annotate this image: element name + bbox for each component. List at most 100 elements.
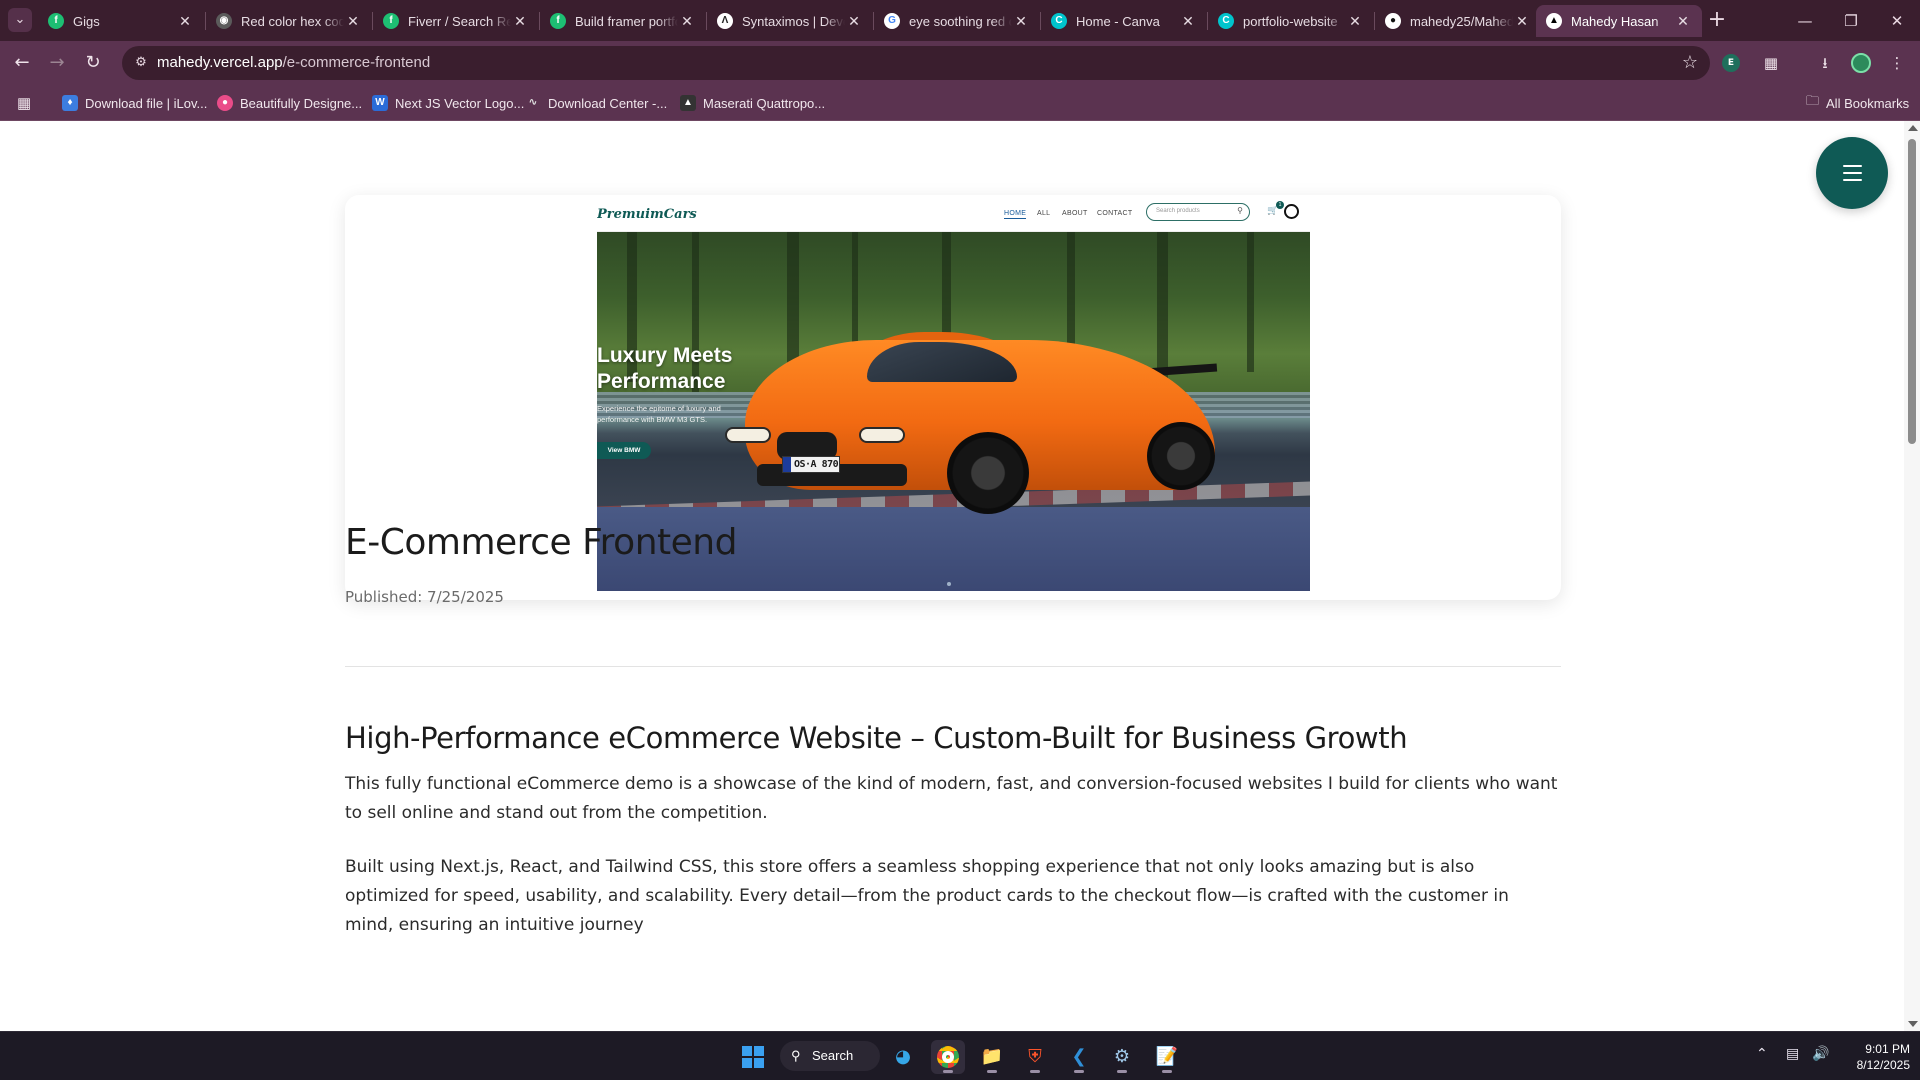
- ilovepdf-icon: ♦: [62, 95, 78, 111]
- running-indicator: [943, 1070, 953, 1073]
- close-icon[interactable]: ✕: [1179, 13, 1197, 30]
- all-bookmarks-label: All Bookmarks: [1826, 95, 1910, 111]
- bookmark-star-icon[interactable]: ☆: [1682, 52, 1698, 73]
- network-icon[interactable]: ▤: [1786, 1046, 1799, 1062]
- all-bookmarks[interactable]: 🗀 All Bookmarks: [1806, 93, 1909, 113]
- tab-syntaximos[interactable]: Λ Syntaximos | Developer ✕: [707, 5, 873, 37]
- tab-title: Red color hex code: [241, 13, 344, 29]
- tab-portfolio-website[interactable]: C portfolio-website ✕: [1208, 5, 1374, 37]
- back-button[interactable]: ←: [9, 50, 35, 76]
- tree-trunk: [1247, 232, 1254, 372]
- url-text[interactable]: mahedy.vercel.app/e-commerce-frontend: [157, 54, 430, 71]
- tech-paragraph: Built using Next.js, React, and Tailwind…: [345, 857, 1509, 935]
- volume-icon[interactable]: 🔊: [1812, 1046, 1829, 1062]
- user-icon: [1284, 204, 1299, 219]
- tab-build-framer[interactable]: f Build framer portfolio ✕: [540, 5, 706, 37]
- address-bar[interactable]: ⚙ mahedy.vercel.app/e-commerce-frontend …: [122, 46, 1710, 80]
- intro-paragraph: This fully functional eCommerce demo is …: [345, 774, 1558, 823]
- bookmarks-bar: ▦ ♦ Download file | iLov... ● Beautifull…: [0, 85, 1920, 121]
- hero-subtitle: Experience the epitome of luxury and per…: [597, 404, 721, 424]
- close-icon[interactable]: ✕: [176, 13, 194, 30]
- tab-title: mahedy25/Mahedy: [1410, 13, 1513, 29]
- tab-search-button[interactable]: ⌄: [8, 8, 32, 32]
- tab-github-mahedy[interactable]: ● mahedy25/Mahedy ✕: [1375, 5, 1541, 37]
- bookmark-nextjs-logo[interactable]: W Next JS Vector Logo...: [372, 93, 524, 113]
- site-info-icon[interactable]: ⚙: [132, 54, 150, 72]
- hamburger-line: [1843, 179, 1862, 181]
- search-icon: ⚲: [1237, 206, 1243, 215]
- extensions-puzzle-icon[interactable]: ▦: [1758, 50, 1784, 76]
- preview-nav-home: HOME: [1004, 210, 1027, 219]
- w-logo-icon: W: [372, 95, 388, 111]
- reload-button[interactable]: ↻: [80, 50, 106, 76]
- bookmark-maserati[interactable]: ▲ Maserati Quattropo...: [680, 93, 825, 113]
- tab-mahedy-hasan[interactable]: ▲ Mahedy Hasan ✕: [1536, 5, 1702, 37]
- tab-fiverr-search[interactable]: f Fiverr / Search Results ✕: [373, 5, 539, 37]
- fiverr-icon: f: [383, 13, 399, 29]
- preview-search-placeholder: Search products: [1156, 208, 1200, 214]
- close-icon[interactable]: ✕: [1346, 13, 1364, 30]
- tab-home-canva[interactable]: C Home - Canva ✕: [1041, 5, 1207, 37]
- extension-badge: E: [1722, 54, 1740, 72]
- scroll-down-arrow[interactable]: [1908, 1021, 1918, 1027]
- notepad-icon[interactable]: 📝: [1150, 1040, 1184, 1074]
- download-icon[interactable]: ⭳: [1812, 50, 1838, 76]
- edge-icon[interactable]: ◕: [886, 1040, 920, 1074]
- forward-button[interactable]: →: [44, 50, 70, 76]
- vscode-icon[interactable]: ❮: [1062, 1040, 1096, 1074]
- system-clock[interactable]: 9:01 PM 8/12/2025: [1840, 1041, 1910, 1073]
- close-icon[interactable]: ✕: [511, 13, 529, 30]
- extension-e-icon[interactable]: E: [1722, 54, 1740, 72]
- bookmark-label: Download file | iLov...: [85, 95, 208, 111]
- car-headlight: [725, 427, 771, 443]
- new-tab-button[interactable]: +: [1704, 8, 1730, 34]
- tray-overflow-icon[interactable]: ⌃: [1756, 1046, 1768, 1062]
- chrome-logo: [937, 1046, 959, 1068]
- bookmark-label: Next JS Vector Logo...: [395, 95, 525, 111]
- preview-logo: PremuimCars: [597, 207, 697, 222]
- profile-avatar[interactable]: [1848, 50, 1874, 76]
- fiverr-icon: f: [48, 13, 64, 29]
- vercel-icon: ▲: [1546, 13, 1562, 29]
- tab-red-color-hex[interactable]: ◉ Red color hex code ✕: [206, 5, 372, 37]
- running-indicator: [1074, 1070, 1084, 1073]
- tab-gigs[interactable]: f Gigs ✕: [38, 5, 204, 37]
- scroll-thumb[interactable]: [1908, 139, 1916, 444]
- close-icon[interactable]: ✕: [1674, 13, 1692, 30]
- start-button[interactable]: [742, 1046, 764, 1068]
- close-icon[interactable]: ✕: [845, 13, 863, 30]
- bookmark-ilovepdf[interactable]: ♦ Download file | iLov...: [62, 93, 207, 113]
- search-icon: ⚲: [791, 1048, 801, 1063]
- file-explorer-icon[interactable]: 📁: [975, 1040, 1009, 1074]
- tab-eye-soothing[interactable]: G eye soothing red color ✕: [874, 5, 1040, 37]
- taskbar-search-label: Search: [812, 1048, 854, 1063]
- close-icon[interactable]: ✕: [1513, 13, 1531, 30]
- browser-menu-icon[interactable]: ⋮: [1884, 50, 1910, 76]
- bookmark-download-center[interactable]: ∿ Download Center -...: [525, 93, 667, 113]
- running-indicator: [987, 1070, 997, 1073]
- steam-icon[interactable]: ⚙: [1105, 1040, 1139, 1074]
- menu-button[interactable]: [1816, 137, 1888, 209]
- windows-logo-tile: [754, 1046, 764, 1056]
- scroll-up-arrow[interactable]: [1908, 125, 1918, 131]
- maserati-icon: ∿: [528, 97, 538, 108]
- divider: [345, 666, 1561, 667]
- brave-icon[interactable]: ⛨: [1018, 1040, 1052, 1074]
- close-icon[interactable]: ✕: [678, 13, 696, 30]
- bookmark-dribbble[interactable]: ● Beautifully Designe...: [217, 93, 362, 113]
- close-icon[interactable]: ✕: [1012, 13, 1030, 30]
- chrome-icon[interactable]: [931, 1040, 965, 1074]
- windows-logo-tile: [742, 1046, 752, 1056]
- restore-button[interactable]: ❐: [1828, 8, 1874, 34]
- running-indicator: [1162, 1070, 1172, 1073]
- tab-title: portfolio-website: [1243, 13, 1338, 29]
- hero-view-button: View BMW: [597, 442, 651, 459]
- minimize-button[interactable]: —: [1782, 8, 1828, 34]
- tree-trunk: [1157, 232, 1168, 382]
- close-window-button[interactable]: ✕: [1874, 8, 1920, 34]
- apps-grid-icon[interactable]: ▦: [17, 93, 31, 113]
- running-indicator: [1030, 1070, 1040, 1073]
- page-scrollbar[interactable]: [1904, 121, 1920, 1031]
- close-icon[interactable]: ✕: [344, 13, 362, 30]
- taskbar-search[interactable]: ⚲ Search: [780, 1041, 880, 1071]
